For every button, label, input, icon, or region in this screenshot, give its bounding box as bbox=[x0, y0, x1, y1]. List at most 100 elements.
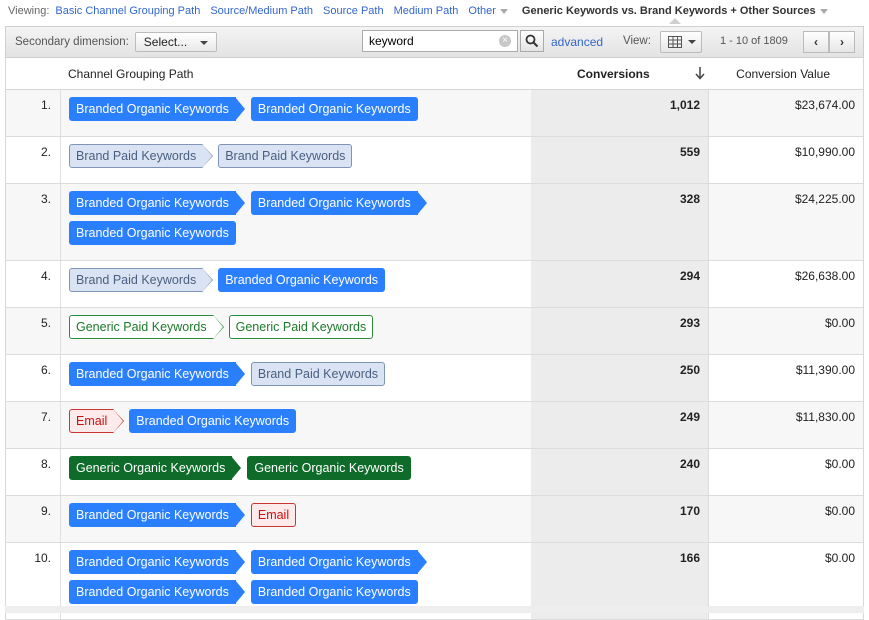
conversions-value: 250 bbox=[679, 363, 700, 377]
path-step-chip: Branded Organic Keywords bbox=[69, 191, 245, 215]
row-number: 7. bbox=[40, 410, 51, 424]
path-step-chip: Branded Organic Keywords bbox=[250, 191, 427, 215]
path-step-chip: Branded Organic Keywords bbox=[69, 362, 245, 386]
conversion-value-cell: $24,225.00 bbox=[794, 192, 855, 206]
conversions-cell: 249 bbox=[531, 402, 709, 448]
path-step-chip: Generic Organic Keywords bbox=[69, 456, 242, 480]
path-steps: Branded Organic Keywords Email bbox=[69, 503, 469, 533]
path-steps: Generic Paid Keywords Generic Paid Keywor… bbox=[69, 315, 469, 345]
chevron-down-icon bbox=[819, 8, 828, 14]
path-step-chip: Branded Organic Keywords bbox=[69, 503, 245, 527]
path-step-chip: Branded Organic Keywords bbox=[250, 97, 418, 121]
path-step-chip: Branded Organic Keywords bbox=[69, 550, 245, 574]
table-footer-strip bbox=[5, 606, 864, 613]
path-cell: Email Branded Organic Keywords bbox=[60, 402, 532, 448]
sort-down-arrow-icon[interactable] bbox=[694, 66, 706, 80]
search-button[interactable] bbox=[520, 30, 544, 52]
table-row: 2. Brand Paid Keywords Brand Paid Keywords… bbox=[6, 137, 863, 184]
view-link-medium-path[interactable]: Medium Path bbox=[394, 5, 459, 17]
conversions-cell: 294 bbox=[531, 261, 709, 307]
path-step-chip: Branded Organic Keywords bbox=[69, 97, 245, 121]
row-number: 10. bbox=[34, 551, 51, 565]
column-header-path[interactable]: Channel Grouping Path bbox=[68, 67, 193, 81]
conversion-value-cell: $0.00 bbox=[824, 316, 855, 330]
conversions-value: 559 bbox=[679, 145, 700, 159]
path-step-chip: Generic Paid Keywords bbox=[228, 315, 374, 339]
conversions-value: 170 bbox=[679, 504, 700, 518]
path-cell: Branded Organic Keywords Email bbox=[60, 496, 532, 542]
row-number: 4. bbox=[40, 269, 51, 283]
table-row: 1. Branded Organic Keywords Branded Organi… bbox=[6, 90, 863, 137]
conversions-value: 293 bbox=[679, 316, 700, 330]
secondary-dimension-select[interactable]: Select... bbox=[134, 32, 217, 52]
table-body: 1. Branded Organic Keywords Branded Organi… bbox=[6, 90, 863, 620]
conversions-cell: 240 bbox=[531, 449, 709, 495]
path-steps: Branded Organic Keywords Branded Organic … bbox=[69, 97, 469, 127]
conversions-cell: 250 bbox=[531, 355, 709, 401]
row-number: 5. bbox=[40, 316, 51, 330]
row-number: 2. bbox=[40, 145, 51, 159]
conversions-value: 328 bbox=[679, 192, 700, 206]
conversions-value: 294 bbox=[679, 269, 700, 283]
table-row: 3. Branded Organic Keywords Branded Organi… bbox=[6, 184, 863, 261]
active-view-dropdown[interactable]: Generic Keywords vs. Brand Keywords + Ot… bbox=[522, 5, 828, 24]
conversion-value-cell: $10,990.00 bbox=[794, 145, 855, 159]
path-steps: Generic Organic Keywords Generic Organic … bbox=[69, 456, 469, 486]
view-link-source-medium-path[interactable]: Source/Medium Path bbox=[210, 5, 313, 17]
path-steps: Email Branded Organic Keywords bbox=[69, 409, 469, 439]
path-step-chip: Branded Organic Keywords bbox=[69, 580, 245, 604]
conversions-cell: 293 bbox=[531, 308, 709, 354]
path-step-chip: Generic Organic Keywords bbox=[247, 456, 411, 480]
path-cell: Branded Organic Keywords Branded Organic … bbox=[60, 90, 532, 136]
chevron-left-icon: ‹ bbox=[814, 35, 818, 49]
path-step-chip: Generic Paid Keywords bbox=[69, 315, 224, 339]
column-header-conversion-value[interactable]: Conversion Value bbox=[736, 67, 830, 81]
table-row: 6. Branded Organic Keywords Brand Paid Key… bbox=[6, 355, 863, 402]
prev-page-button[interactable]: ‹ bbox=[803, 31, 829, 53]
table-row: 8. Generic Organic Keywords Generic Organi… bbox=[6, 449, 863, 496]
conversion-paths-table: Channel Grouping Path Conversions Conver… bbox=[5, 58, 864, 620]
search-input[interactable] bbox=[362, 30, 518, 52]
table-toolbar: Secondary dimension: Select... × advance… bbox=[5, 26, 864, 58]
viewing-bar: Viewing: Basic Channel Grouping Path Sou… bbox=[0, 0, 869, 24]
path-step-chip: Branded Organic Keywords bbox=[250, 580, 418, 604]
conversion-value-cell: $11,390.00 bbox=[795, 363, 855, 377]
view-link-source-path[interactable]: Source Path bbox=[323, 5, 384, 17]
conversions-value: 166 bbox=[679, 551, 700, 565]
row-number: 9. bbox=[40, 504, 51, 518]
clear-x-icon[interactable]: × bbox=[499, 35, 511, 47]
path-steps: Branded Organic Keywords Branded Organic … bbox=[69, 550, 469, 610]
path-step-chip: Brand Paid Keywords bbox=[250, 362, 386, 386]
active-view-notch bbox=[668, 18, 681, 24]
row-number: 8. bbox=[40, 457, 51, 471]
table-row: 9. Branded Organic Keywords Email 170 $0.00 bbox=[6, 496, 863, 543]
advanced-filter-link[interactable]: advanced bbox=[551, 35, 603, 49]
conversions-cell: 170 bbox=[531, 496, 709, 542]
next-page-button[interactable]: › bbox=[829, 31, 855, 53]
conversion-value-cell: $11,830.00 bbox=[795, 410, 855, 424]
secondary-dimension-label: Secondary dimension: bbox=[15, 36, 129, 48]
viewing-label: Viewing: bbox=[8, 5, 50, 17]
path-step-chip: Brand Paid Keywords bbox=[69, 268, 214, 292]
view-link-other-dropdown[interactable]: Other bbox=[468, 5, 508, 17]
conversion-value-cell: $26,638.00 bbox=[794, 269, 855, 283]
chevron-down-icon bbox=[688, 40, 696, 44]
path-cell: Branded Organic Keywords Brand Paid Keywo… bbox=[60, 355, 532, 401]
view-link-basic-channel-grouping-path[interactable]: Basic Channel Grouping Path bbox=[55, 5, 200, 17]
path-steps: Brand Paid Keywords Brand Paid Keywords bbox=[69, 144, 469, 174]
conversion-value-cell: $0.00 bbox=[824, 551, 855, 565]
conversion-value-cell: $0.00 bbox=[824, 504, 855, 518]
conversions-cell: 559 bbox=[531, 137, 709, 183]
view-toggle-button[interactable] bbox=[660, 31, 702, 53]
row-number: 6. bbox=[40, 363, 51, 377]
path-steps: Brand Paid Keywords Branded Organic Keywo… bbox=[69, 268, 469, 298]
magnifier-icon bbox=[525, 34, 539, 48]
chevron-down-icon bbox=[499, 8, 508, 14]
table-row: 4. Brand Paid Keywords Branded Organic Key… bbox=[6, 261, 863, 308]
path-step-chip: Branded Organic Keywords bbox=[218, 268, 386, 292]
path-step-chip: Email bbox=[69, 409, 125, 433]
path-step-chip: Branded Organic Keywords bbox=[250, 550, 427, 574]
conversion-value-cell: $0.00 bbox=[824, 457, 855, 471]
table-grid-icon bbox=[668, 36, 682, 48]
column-header-conversions[interactable]: Conversions bbox=[577, 67, 650, 81]
